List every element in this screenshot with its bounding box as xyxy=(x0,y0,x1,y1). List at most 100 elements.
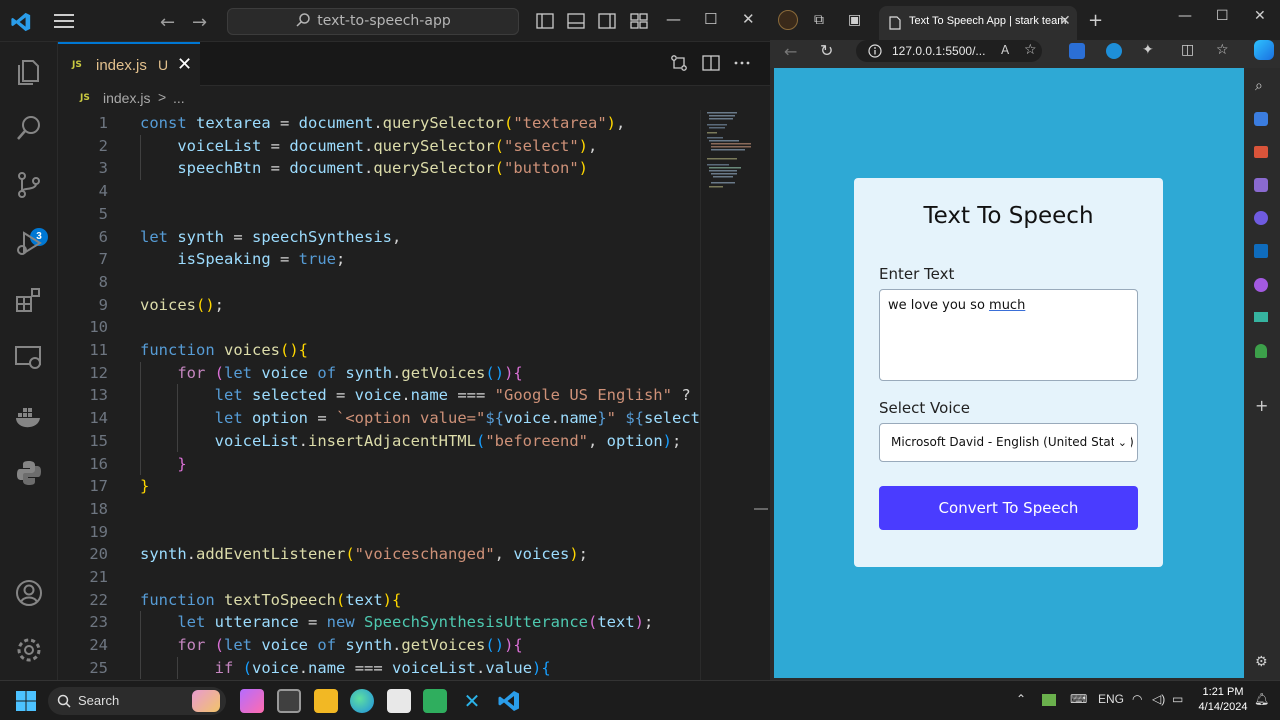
toggle-secondary-sidebar-icon[interactable] xyxy=(598,12,616,30)
sidebar-settings-icon[interactable]: ⚙ xyxy=(1255,654,1268,670)
back-icon[interactable]: ← xyxy=(784,42,797,61)
code-line[interactable]: 24 for (let voice of synth.getVoices()){ xyxy=(58,634,700,657)
docker-icon[interactable] xyxy=(14,401,44,431)
copilot-icon[interactable] xyxy=(1254,40,1274,60)
nvidia-tray-icon[interactable] xyxy=(1042,694,1056,706)
code-line[interactable]: 12 for (let voice of synth.getVoices()){ xyxy=(58,362,700,385)
search-icon[interactable] xyxy=(14,113,44,143)
extension-icon[interactable] xyxy=(1106,43,1122,59)
back-arrow-icon[interactable]: ← xyxy=(160,12,175,33)
taskbar-search[interactable]: Search xyxy=(48,687,226,715)
split-editor-icon[interactable] xyxy=(702,54,720,72)
sidebar-outlook-icon[interactable] xyxy=(1254,244,1268,258)
tab-index-js[interactable]: JS index.js U ✕ xyxy=(58,42,200,86)
code-line[interactable]: 9 voices(); xyxy=(58,294,700,317)
sidebar-designer-icon[interactable] xyxy=(1254,278,1268,292)
menu-icon[interactable] xyxy=(54,14,74,28)
task-view-icon[interactable] xyxy=(277,689,301,713)
code-line[interactable]: 14 let option = `<option value="${voice.… xyxy=(58,407,700,430)
browser-maximize-icon[interactable]: ☐ xyxy=(1216,8,1229,24)
code-line[interactable]: 23 let utterance = new SpeechSynthesisUt… xyxy=(58,611,700,634)
store-app-icon[interactable] xyxy=(387,689,411,713)
code-line[interactable]: 16 } xyxy=(58,453,700,476)
accounts-icon[interactable] xyxy=(14,578,44,608)
file-explorer-icon[interactable] xyxy=(314,689,338,713)
code-line[interactable]: 17} xyxy=(58,475,700,498)
sidebar-games-icon[interactable] xyxy=(1254,178,1268,192)
code-line[interactable]: 8 xyxy=(58,271,700,294)
convert-to-speech-button[interactable]: Convert To Speech xyxy=(879,486,1138,530)
sidebar-tag-icon[interactable] xyxy=(1254,112,1268,126)
editor-scrollbar[interactable] xyxy=(754,110,770,680)
minimize-icon[interactable]: — xyxy=(666,10,681,28)
clock[interactable]: 1:21 PM 4/14/2024 xyxy=(1196,685,1250,715)
sidebar-tools-icon[interactable] xyxy=(1254,146,1268,158)
code-line[interactable]: 2 voiceList = document.querySelector("se… xyxy=(58,135,700,158)
sidebar-add-icon[interactable]: + xyxy=(1255,396,1268,415)
code-line[interactable]: 1 const textarea = document.querySelector… xyxy=(58,112,700,135)
windows-start-icon[interactable] xyxy=(16,691,36,711)
code-line[interactable]: 13 let selected = voice.name === "Google… xyxy=(58,384,700,407)
open-changes-icon[interactable] xyxy=(670,54,688,72)
more-actions-icon[interactable] xyxy=(733,54,751,72)
notification-bell-icon[interactable]: 🔔︎ xyxy=(1254,692,1269,706)
code-line[interactable]: 18 xyxy=(58,498,700,521)
browser-tab-active[interactable]: Text To Speech App | stark team ✕ xyxy=(879,6,1077,40)
keyboard-icon[interactable]: ⌨ xyxy=(1070,692,1087,706)
workspaces-icon[interactable]: ⧉ xyxy=(814,12,824,28)
tab-close-icon[interactable]: ✕ xyxy=(177,54,192,75)
sidebar-copilot-icon[interactable] xyxy=(1254,211,1268,225)
favorites-icon[interactable]: ☆ xyxy=(1216,42,1229,58)
cross-app-icon[interactable]: ✕ xyxy=(460,689,484,713)
read-aloud-icon[interactable]: A xyxy=(1001,43,1009,57)
maximize-icon[interactable]: ☐ xyxy=(704,10,717,28)
sidebar-tree-icon[interactable] xyxy=(1255,344,1267,358)
code-line[interactable]: 3 speechBtn = document.querySelector("bu… xyxy=(58,157,700,180)
browser-tab-close-icon[interactable]: ✕ xyxy=(1059,13,1071,29)
code-line[interactable]: 22 function textToSpeech(text){ xyxy=(58,589,700,612)
code-line[interactable]: 11 function voices(){ xyxy=(58,339,700,362)
close-icon[interactable]: ✕ xyxy=(742,10,755,28)
run-debug-icon[interactable] xyxy=(14,228,44,258)
code-line[interactable]: 5 xyxy=(58,203,700,226)
toggle-panel-icon[interactable] xyxy=(567,12,585,30)
profile-avatar[interactable] xyxy=(778,10,798,30)
code-line[interactable]: 15 voiceList.insertAdjacentHTML("beforee… xyxy=(58,430,700,453)
battery-icon[interactable]: ▭ xyxy=(1172,692,1183,706)
new-tab-icon[interactable]: + xyxy=(1088,10,1103,31)
edge-app-icon[interactable] xyxy=(350,689,374,713)
voice-select[interactable]: Microsoft David - English (United States… xyxy=(879,423,1138,462)
code-line[interactable]: 20 synth.addEventListener("voiceschanged"… xyxy=(58,543,700,566)
tray-overflow-icon[interactable]: ⌃ xyxy=(1016,692,1026,706)
customize-layout-icon[interactable] xyxy=(630,12,648,30)
meet-app-icon[interactable] xyxy=(423,689,447,713)
browser-minimize-icon[interactable]: — xyxy=(1178,8,1192,24)
sidebar-search-icon[interactable]: ⌕ xyxy=(1255,78,1263,94)
code-line[interactable]: 7 isSpeaking = true; xyxy=(58,248,700,271)
manage-gear-icon[interactable] xyxy=(14,635,44,665)
refresh-icon[interactable]: ↻ xyxy=(820,41,833,60)
toggle-sidebar-icon[interactable] xyxy=(536,12,554,30)
split-screen-icon[interactable]: ◫ xyxy=(1181,42,1194,58)
explorer-icon[interactable] xyxy=(14,56,44,86)
code-editor[interactable]: 1 const textarea = document.querySelector… xyxy=(58,110,700,680)
code-line[interactable]: 19 xyxy=(58,521,700,544)
wifi-icon[interactable]: ◠ xyxy=(1132,692,1142,706)
code-line[interactable]: 10 xyxy=(58,316,700,339)
command-center[interactable]: text-to-speech-app xyxy=(227,8,519,35)
code-line[interactable]: 21 xyxy=(58,566,700,589)
remote-explorer-icon[interactable] xyxy=(14,342,44,372)
source-control-icon[interactable] xyxy=(14,170,44,200)
text-input[interactable]: we love you so much xyxy=(879,289,1138,381)
browser-close-icon[interactable]: ✕ xyxy=(1254,8,1266,24)
code-line[interactable]: 6 let synth = speechSynthesis, xyxy=(58,226,700,249)
favorite-star-icon[interactable]: ☆ xyxy=(1024,42,1037,58)
python-icon[interactable] xyxy=(14,458,44,488)
breadcrumb-more[interactable]: ... xyxy=(173,90,185,106)
volume-icon[interactable]: ◁) xyxy=(1152,692,1165,706)
code-line[interactable]: 4 xyxy=(58,180,700,203)
extensions-icon[interactable] xyxy=(14,285,44,315)
address-bar[interactable]: 127.0.0.1:5500/... xyxy=(856,40,1042,62)
vscode-app-icon[interactable] xyxy=(497,689,521,713)
extensions-puzzle-icon[interactable]: ✦ xyxy=(1142,42,1154,58)
